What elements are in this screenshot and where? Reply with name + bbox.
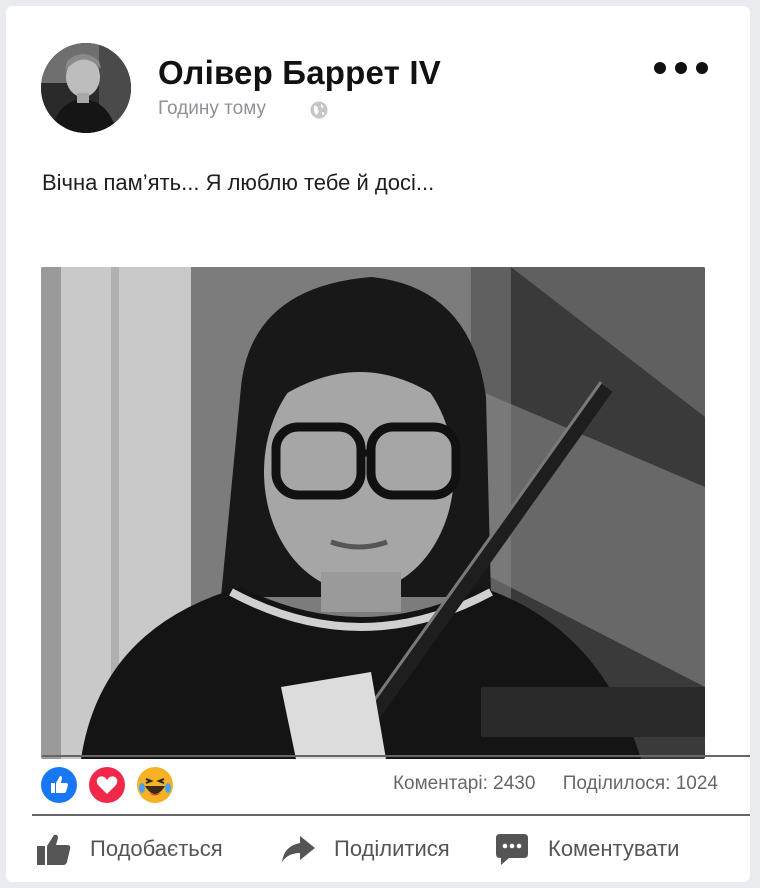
like-label: Подобається <box>90 836 223 861</box>
like-button[interactable]: Подобається <box>36 824 223 874</box>
love-reaction-icon <box>89 767 125 803</box>
comment-label: Коментувати <box>548 836 680 861</box>
post-text: Вічна пам’ять... Я люблю тебе й досі... <box>42 170 435 195</box>
share-button[interactable]: Поділитися <box>280 824 450 874</box>
actions-divider <box>32 814 750 816</box>
post-card: Олівер Баррет IV Годину тому Вічна пам’я… <box>6 6 750 882</box>
like-reaction-icon <box>41 767 77 803</box>
author-name[interactable]: Олівер Баррет IV <box>158 54 441 92</box>
post-photo[interactable] <box>41 267 705 759</box>
more-options-button[interactable] <box>650 56 712 80</box>
comments-count[interactable]: Коментарі: 2430 <box>393 773 535 794</box>
haha-reaction-icon <box>137 767 173 803</box>
share-label: Поділитися <box>334 836 450 861</box>
comment-button[interactable]: Коментувати <box>494 824 679 874</box>
globe-icon <box>310 101 328 119</box>
thumbs-up-icon <box>37 834 71 865</box>
post-actions-bar: Подобається Поділитися Коментувати <box>6 824 750 874</box>
author-avatar[interactable] <box>41 43 131 133</box>
engagement-counts: Коментарі: 2430 Поділилося: 1024 <box>371 773 718 795</box>
stats-divider <box>42 755 750 757</box>
post-timestamp[interactable]: Годину тому <box>158 98 266 120</box>
comment-bubble-icon <box>496 834 528 865</box>
reaction-summary[interactable] <box>40 766 180 806</box>
shares-count[interactable]: Поділилося: 1024 <box>563 773 718 794</box>
share-arrow-icon <box>282 836 315 862</box>
